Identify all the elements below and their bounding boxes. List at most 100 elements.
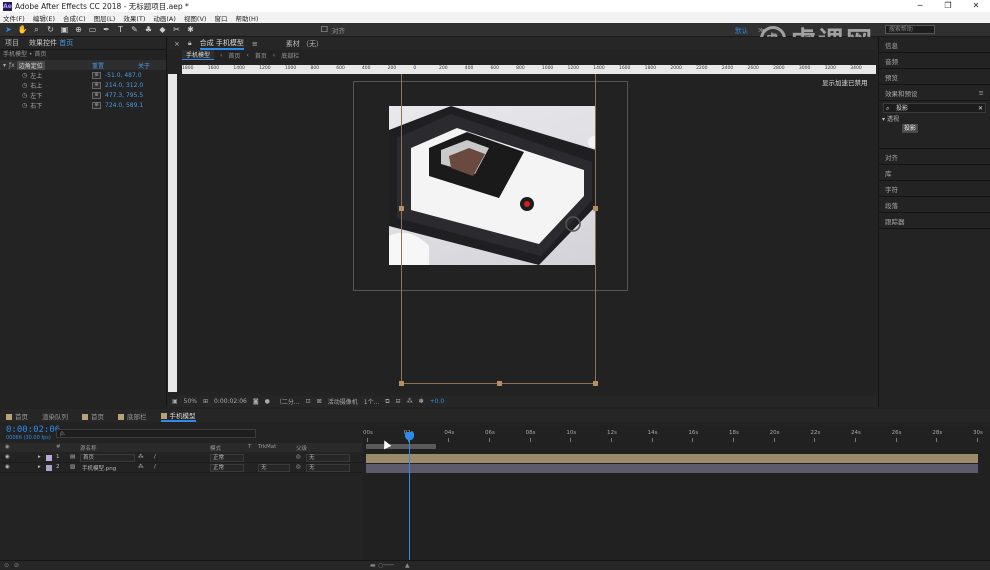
- fast-preview-icon[interactable]: ⧉: [385, 398, 389, 406]
- views-dropdown[interactable]: 1个...: [364, 397, 380, 406]
- camera-icon[interactable]: ▣: [59, 24, 70, 35]
- menu-animation[interactable]: 动画(A): [153, 13, 176, 23]
- layer-name[interactable]: 手机模型.png: [82, 464, 116, 472]
- ruler-vertical[interactable]: [168, 74, 177, 392]
- flow-item-bottom-bar[interactable]: 底部栏: [281, 51, 299, 60]
- effects-search-input[interactable]: ⌕ 投影 ✕: [883, 103, 986, 113]
- toggle-modes-icon[interactable]: ⊘: [14, 562, 19, 569]
- tab-footage[interactable]: 素材 （无）: [286, 39, 323, 49]
- timeline-track-area[interactable]: [363, 425, 990, 560]
- workspace-default[interactable]: 默认: [735, 25, 748, 35]
- transform-handle[interactable]: [497, 381, 502, 386]
- snapshot-icon[interactable]: ◙: [253, 398, 259, 405]
- show-channel-icon[interactable]: ●: [265, 398, 270, 405]
- roto-icon[interactable]: ✂: [171, 24, 182, 35]
- timeline-toggle-icon[interactable]: ⊟: [396, 398, 401, 405]
- hand-icon[interactable]: ✋: [17, 24, 28, 35]
- switch-fx-icon[interactable]: ∕: [154, 454, 156, 460]
- column-mode[interactable]: 模式: [210, 444, 221, 452]
- playhead-handle[interactable]: [405, 432, 414, 440]
- tab-effect-controls[interactable]: 效果控件 首页: [29, 38, 73, 48]
- point-target-icon[interactable]: ⊕: [92, 101, 101, 109]
- exposure-value[interactable]: +0.0: [430, 398, 445, 405]
- stopwatch-icon[interactable]: ◷: [22, 72, 27, 79]
- layer-name[interactable]: 首页: [80, 454, 135, 462]
- property-value[interactable]: 477.3, 795.5: [105, 92, 143, 99]
- timeline-tab-phone-model[interactable]: 手机模型: [160, 410, 196, 422]
- flow-item-home[interactable]: 首页: [228, 51, 240, 60]
- layer-row-1[interactable]: ◉ ▸ 1 ▤ 首页 ⁂ ∕ 正常 ◎ 无: [0, 453, 362, 463]
- always-preview-icon[interactable]: ▣: [172, 398, 178, 405]
- zoom-icon[interactable]: ⌕: [31, 24, 42, 35]
- property-value[interactable]: 214.0, 312.0: [105, 82, 143, 89]
- about-link[interactable]: 关于: [138, 61, 150, 70]
- selection-icon[interactable]: ➤: [3, 24, 14, 35]
- switch-shy-icon[interactable]: ⁂: [138, 464, 144, 470]
- timeline-timecode[interactable]: 0:00:02:06: [6, 425, 60, 435]
- layer-bar-2[interactable]: [366, 464, 978, 473]
- point-target-icon[interactable]: ⊕: [92, 71, 101, 79]
- minimize-icon[interactable]: ─: [906, 0, 934, 12]
- flow-item-phone-model[interactable]: 手机模型: [182, 50, 215, 60]
- menu-edit[interactable]: 编辑(E): [33, 13, 55, 23]
- lock-icon[interactable]: 🔒︎: [188, 39, 192, 48]
- snap-checkbox[interactable]: ☐: [319, 24, 330, 35]
- expand-triangle-icon[interactable]: ▸: [38, 464, 41, 470]
- timeline-search-input[interactable]: ρ.: [56, 429, 256, 438]
- pan-icon[interactable]: ⊕: [73, 24, 84, 35]
- fx-icon[interactable]: ƒx: [9, 62, 15, 69]
- flow-item-home-2[interactable]: 首页: [255, 51, 267, 60]
- roi-icon[interactable]: ⊡: [306, 398, 311, 405]
- transform-handle[interactable]: [593, 206, 598, 211]
- panel-menu-icon[interactable]: ≡: [979, 89, 984, 97]
- panel-libraries[interactable]: 库: [879, 165, 990, 181]
- trkmat-dropdown[interactable]: 无: [258, 464, 290, 472]
- stopwatch-icon[interactable]: ◷: [22, 82, 27, 89]
- clear-search-icon[interactable]: ✕: [978, 104, 983, 113]
- zoom-in-icon[interactable]: ▲: [405, 562, 410, 569]
- puppet-icon[interactable]: ✱: [185, 24, 196, 35]
- timeline-tab-render-queue[interactable]: 渲染队列: [42, 411, 68, 421]
- tab-menu-icon[interactable]: ≡: [252, 40, 258, 48]
- expand-triangle-icon[interactable]: ▾: [3, 62, 6, 69]
- restore-icon[interactable]: ❐: [934, 0, 962, 12]
- rotate-icon[interactable]: ↻: [45, 24, 56, 35]
- rect-icon[interactable]: ▭: [87, 24, 98, 35]
- menu-file[interactable]: 文件(F): [3, 13, 25, 23]
- timeline-tab-home-2[interactable]: 首页: [82, 411, 104, 421]
- menu-composition[interactable]: 合成(C): [63, 13, 86, 23]
- parent-pickwhip-icon[interactable]: ◎: [296, 454, 301, 460]
- zoom-slider[interactable]: ○───: [378, 562, 394, 569]
- panel-character[interactable]: 字符: [879, 181, 990, 197]
- effect-header-corner-pin[interactable]: ▾ ƒx 边角定位 重置 关于: [0, 60, 166, 70]
- transform-handle[interactable]: [399, 381, 404, 386]
- stamp-icon[interactable]: ♣: [143, 24, 154, 35]
- tree-item-drop-shadow[interactable]: 投影: [879, 124, 990, 133]
- label-color-swatch[interactable]: [46, 455, 52, 461]
- brush-icon[interactable]: ✎: [129, 24, 140, 35]
- stopwatch-icon[interactable]: ◷: [22, 92, 27, 99]
- label-color-swatch[interactable]: [46, 465, 52, 471]
- tab-project[interactable]: 项目: [5, 38, 19, 48]
- tree-group-perspective[interactable]: ▾ 透视: [879, 115, 990, 124]
- property-value[interactable]: 724.0, 589.1: [105, 102, 143, 109]
- panel-info[interactable]: 信息: [879, 37, 990, 53]
- transform-handle[interactable]: [399, 206, 404, 211]
- time-ruler[interactable]: 00s02s04s06s08s10s12s14s16s18s20s22s24s2…: [363, 430, 983, 444]
- close-icon[interactable]: ✕: [962, 0, 990, 12]
- text-icon[interactable]: T: [115, 24, 126, 35]
- panel-tracker[interactable]: 跟踪器: [879, 213, 990, 229]
- transform-handle[interactable]: [593, 381, 598, 386]
- switch-fx-icon[interactable]: ∕: [154, 464, 156, 470]
- timeline-tab-home[interactable]: 首页: [6, 411, 28, 421]
- flowchart-icon[interactable]: ⁂: [407, 398, 413, 405]
- menu-view[interactable]: 视图(V): [184, 13, 207, 23]
- column-trkmat[interactable]: TrkMat: [258, 444, 276, 450]
- visibility-eye-icon[interactable]: ◉: [5, 464, 10, 470]
- blend-mode-dropdown[interactable]: 正常: [210, 454, 244, 462]
- stopwatch-icon[interactable]: ◷: [22, 102, 27, 109]
- transparency-grid-icon[interactable]: ⊠: [317, 398, 322, 405]
- point-target-icon[interactable]: ⊕: [92, 81, 101, 89]
- parent-dropdown[interactable]: 无: [306, 464, 350, 472]
- camera-dropdown[interactable]: 活动摄像机: [328, 397, 358, 406]
